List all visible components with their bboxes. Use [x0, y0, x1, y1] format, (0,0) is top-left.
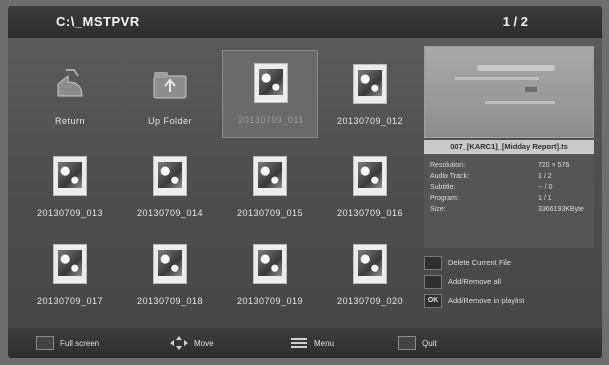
- file-info-panel: 007_[KARC1]_[Midday Report].ts Resolutio…: [424, 140, 594, 248]
- grid-item-label: 20130709_012: [336, 116, 404, 126]
- info-row-subtitle: Subtitle: -- / 0: [430, 184, 553, 191]
- image-file-icon: [353, 156, 387, 196]
- preview-pane: [424, 46, 594, 138]
- grid-item-label: 20130709_013: [36, 208, 104, 218]
- grid-item-label: 20130709_015: [236, 208, 304, 218]
- grid-item-label: 20130709_020: [336, 296, 404, 306]
- image-file-icon: [253, 244, 287, 284]
- add-remove-all-action[interactable]: Add/Remove all: [424, 275, 596, 291]
- image-file-icon: [53, 156, 87, 196]
- up-folder-icon: [148, 62, 192, 106]
- media-browser-screen: C:\_MSTPVR 1 / 2 Return Up Folder 201307…: [8, 6, 602, 358]
- color-key-icon: [424, 256, 442, 270]
- add-remove-playlist-action[interactable]: OK Add/Remove in playlist: [424, 294, 596, 310]
- image-file-icon: [353, 244, 387, 284]
- dpad-move-icon: [170, 336, 188, 350]
- grid-item-file[interactable]: 20130709_015: [222, 144, 318, 232]
- menu-key-icon: [290, 336, 308, 350]
- info-row-size: Size: 3366193KByte: [430, 206, 584, 213]
- grid-item-label: 20130709_019: [236, 296, 304, 306]
- grid-item-file[interactable]: 20130709_013: [22, 144, 118, 232]
- grid-item-label: 20130709_014: [136, 208, 204, 218]
- delete-current-file-action[interactable]: Delete Current File: [424, 256, 596, 272]
- image-file-icon: [153, 244, 187, 284]
- bottom-hint-bar: Full screen Move Menu Quit: [8, 328, 602, 358]
- color-key-icon: [424, 275, 442, 289]
- file-grid: Return Up Folder 20130709_011 20130709_0…: [16, 48, 424, 320]
- grid-item-file[interactable]: 20130709_016: [322, 144, 418, 232]
- page-indicator: 1 / 2: [502, 14, 528, 29]
- grid-item-file[interactable]: 20130709_014: [122, 144, 218, 232]
- grid-item-file[interactable]: 20130709_012: [322, 52, 418, 140]
- grid-item-label: 20130709_018: [136, 296, 204, 306]
- image-file-icon: [53, 244, 87, 284]
- ok-key-icon: OK: [424, 294, 442, 308]
- grid-item-return[interactable]: Return: [22, 52, 118, 140]
- grid-item-file[interactable]: 20130709_020: [322, 232, 418, 320]
- info-row-audio-track: Audio Track: 1 / 2: [430, 173, 552, 180]
- grid-item-label: Up Folder: [147, 116, 192, 126]
- grid-item-label: 20130709_017: [36, 296, 104, 306]
- info-row-program: Program: 1 / 1: [430, 195, 552, 202]
- grid-item-file[interactable]: 20130709_017: [22, 232, 118, 320]
- grid-item-file-selected[interactable]: 20130709_011: [222, 50, 318, 138]
- image-file-icon: [253, 156, 287, 196]
- image-file-icon: [353, 64, 387, 104]
- exit-key-icon: [398, 336, 416, 350]
- grid-item-up-folder[interactable]: Up Folder: [122, 52, 218, 140]
- file-info-title: 007_[KARC1]_[Midday Report].ts: [424, 140, 594, 154]
- info-row-resolution: Resolution: 720 × 576: [430, 162, 570, 169]
- image-file-icon: [153, 156, 187, 196]
- header-bar: C:\_MSTPVR 1 / 2: [8, 6, 602, 38]
- grid-item-label: Return: [54, 116, 85, 126]
- grid-item-file[interactable]: 20130709_018: [122, 232, 218, 320]
- fullscreen-key-icon: [36, 336, 54, 350]
- grid-item-label: 20130709_016: [336, 208, 404, 218]
- image-file-icon: [254, 63, 288, 103]
- grid-item-label: 20130709_011: [238, 115, 304, 125]
- grid-item-file[interactable]: 20130709_019: [222, 232, 318, 320]
- current-path: C:\_MSTPVR: [56, 14, 140, 29]
- return-folder-icon: [48, 62, 92, 106]
